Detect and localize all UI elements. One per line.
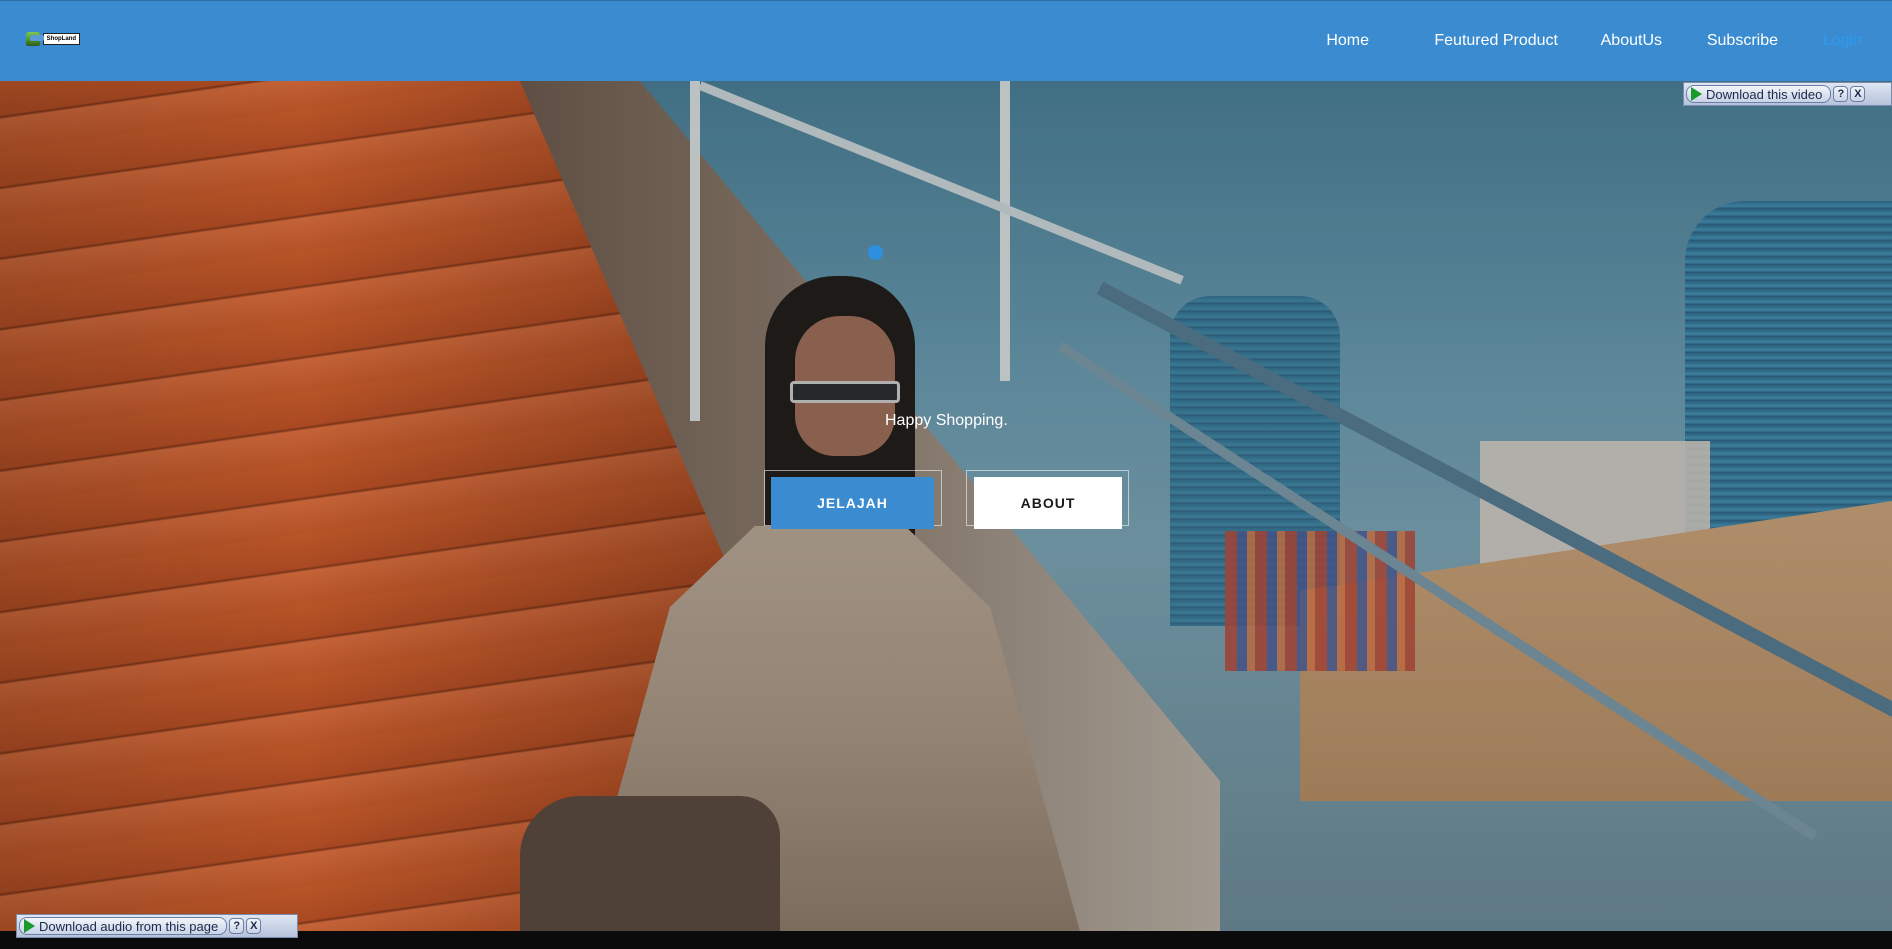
hero-tagline: Happy Shopping. bbox=[885, 412, 1008, 429]
download-audio-label: Download audio from this page bbox=[39, 918, 219, 934]
close-icon[interactable]: X bbox=[246, 918, 262, 934]
hero-overlay bbox=[0, 81, 1892, 931]
top-navbar: ShopLand Home Feutured Product AboutUs S… bbox=[0, 0, 1892, 81]
nav-about-us[interactable]: AboutUs bbox=[1601, 31, 1662, 51]
help-icon[interactable]: ? bbox=[1833, 86, 1849, 102]
download-video-button[interactable]: Download this video bbox=[1686, 85, 1832, 103]
nav-featured-product[interactable]: Feutured Product bbox=[1434, 31, 1558, 51]
download-video-widget: Download this video ? X bbox=[1683, 82, 1892, 106]
play-icon bbox=[1691, 87, 1702, 101]
indicator-dot bbox=[868, 245, 883, 260]
jelajah-button[interactable]: JELAJAH bbox=[771, 477, 934, 529]
play-icon bbox=[24, 919, 35, 933]
nav-home[interactable]: Home bbox=[1326, 31, 1369, 51]
logo-text: ShopLand bbox=[42, 33, 80, 45]
site-logo[interactable]: ShopLand bbox=[26, 31, 80, 47]
download-audio-button[interactable]: Download audio from this page bbox=[19, 917, 228, 935]
nav-login[interactable]: Login bbox=[1823, 31, 1862, 51]
nav-subscribe[interactable]: Subscribe bbox=[1707, 31, 1778, 51]
download-video-label: Download this video bbox=[1706, 86, 1823, 102]
hero-video: Happy Shopping. JELAJAH ABOUT bbox=[0, 81, 1892, 931]
download-audio-widget: Download audio from this page ? X bbox=[16, 914, 298, 938]
logo-icon bbox=[26, 32, 44, 46]
close-icon[interactable]: X bbox=[1850, 86, 1866, 102]
about-button[interactable]: ABOUT bbox=[974, 477, 1122, 529]
help-icon[interactable]: ? bbox=[229, 918, 245, 934]
